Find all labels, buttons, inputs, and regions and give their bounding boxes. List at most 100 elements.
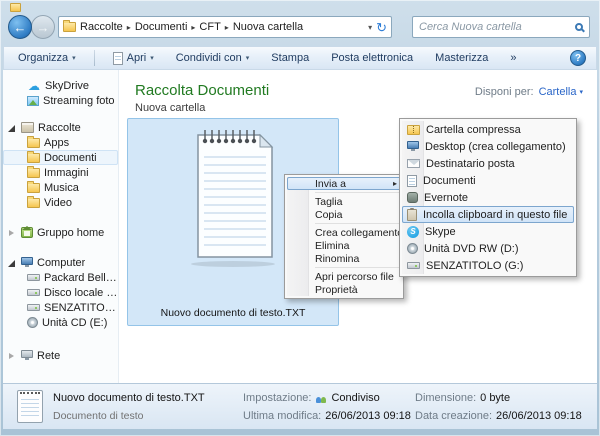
sidebar-item-rete[interactable]: Rete [3,348,118,363]
toolbar-overflow-button[interactable]: » [506,48,520,68]
sidebar-item-musica[interactable]: Musica [3,180,118,195]
skype-letter: S [410,227,416,236]
sendto-item-evernote[interactable]: Evernote [402,189,574,206]
address-bar[interactable]: Raccolte ▸ Documenti ▸ CFT ▸ Nuova carte… [58,16,392,38]
command-toolbar: Organizza ▾ Apri ▾ Condividi con ▾ Stamp… [3,46,597,70]
stampa-button[interactable]: Stampa [267,48,313,68]
created-label: Data creazione: [415,410,493,422]
sendto-item-documenti[interactable]: Documenti [402,172,574,189]
sidebar-item-immagini[interactable]: Immagini [3,165,118,180]
shared-icon [315,394,327,403]
explorer-window: ← → Raccolte ▸ Documenti ▸ CFT ▸ Nuova c… [0,0,600,436]
breadcrumb-segment-documenti[interactable]: Documenti [135,21,188,33]
sidebar-item-apps[interactable]: Apps [3,135,118,150]
size-label: Dimensione: [415,392,477,404]
sidebar-item-packard-bell-c[interactable]: Packard Bell (C:) [3,270,118,285]
modified-label: Ultima modifica: [243,410,322,422]
titlebar[interactable] [0,0,600,14]
posta-label: Posta elettronica [331,52,414,64]
zip-folder-icon [407,124,420,135]
dropdown-arrow-icon: ▾ [579,89,583,96]
forward-button[interactable]: → [31,15,55,39]
address-history-dropdown-icon[interactable]: ▾ [368,23,372,32]
organizza-button[interactable]: Organizza ▾ [14,48,80,68]
computer-icon [21,257,33,267]
sidebar-item-documenti[interactable]: Documenti [3,150,118,165]
breadcrumb-separator-icon[interactable]: ▸ [225,23,229,32]
network-icon [21,350,33,360]
sidebar-item-streaming-foto[interactable]: Streaming foto [3,93,118,108]
arrange-by-dropdown[interactable]: Cartella ▾ [539,86,583,98]
sidebar-item-computer[interactable]: Computer [3,255,118,270]
menu-item-label: Destinatario posta [426,157,515,170]
menu-item-label: Cartella compressa [426,123,521,136]
sidebar-item-video[interactable]: Video [3,195,118,210]
sidebar-item-raccolte[interactable]: Raccolte [3,120,118,135]
sidebar-item-label: Musica [44,181,79,194]
dropdown-arrow-icon: ▾ [72,55,76,62]
condividi-con-button[interactable]: Condividi con ▾ [172,48,254,68]
search-box[interactable] [412,16,590,38]
breadcrumb-separator-icon[interactable]: ▸ [191,23,195,32]
sendto-item-senzatitolo-g[interactable]: SENZATITOLO (G:) [402,257,574,274]
apri-button[interactable]: Apri ▾ [109,48,158,68]
sendto-item-incolla-clipboard[interactable]: Incolla clipboard in questo file [402,206,574,223]
submenu-arrow-icon: ▸ [392,178,397,188]
help-button[interactable]: ? [570,50,586,66]
menu-item-copia[interactable]: Copia [287,208,401,221]
sidebar-item-label: Apps [44,136,70,149]
posta-elettronica-button[interactable]: Posta elettronica [327,48,417,68]
breadcrumb-separator-icon[interactable]: ▸ [127,23,131,32]
sendto-item-skype[interactable]: S Skype [402,223,574,240]
menu-item-invia-a[interactable]: Invia a ▸ [287,177,401,190]
menu-item-rinomina[interactable]: Rinomina [287,252,401,265]
menu-item-label: Taglia [315,195,343,208]
back-arrow-icon: ← [13,19,27,35]
breadcrumb-segment-cft[interactable]: CFT [199,21,220,33]
sidebar-item-label: Packard Bell (C:) [44,271,118,284]
sidebar-item-senzatitolo-g[interactable]: SENZATITOLO (G:) [3,300,118,315]
menu-item-taglia[interactable]: Taglia [287,195,401,208]
organizza-label: Organizza [18,52,69,64]
skydrive-cloud-icon: ☁ [28,78,40,93]
refresh-icon[interactable]: ↻ [376,21,387,34]
expander-open-icon[interactable] [7,258,17,268]
sendto-item-cartella-compressa[interactable]: Cartella compressa [402,121,574,138]
document-icon [407,174,417,187]
context-menu: Invia a ▸ Taglia Copia Crea collegamento… [284,174,404,299]
breadcrumb-segment-nuova-cartella[interactable]: Nuova cartella [233,21,303,33]
expander-open-icon[interactable] [7,123,17,133]
back-button[interactable]: ← [8,15,32,39]
arrange-by-value: Cartella [538,86,577,98]
menu-item-label: Desktop (crea collegamento) [425,140,566,153]
menu-item-label: Invia a [315,177,346,190]
sidebar-item-disco-locale-d[interactable]: Disco locale (D:) [3,285,118,300]
skype-icon: S [407,225,419,238]
search-input[interactable] [419,21,575,33]
search-icon[interactable] [575,23,583,31]
setting-label: Impostazione: [243,392,312,404]
masterizza-button[interactable]: Masterizza [431,48,492,68]
sidebar-item-skydrive[interactable]: ☁ SkyDrive [3,78,118,93]
expander-closed-icon[interactable] [7,351,17,361]
sendto-item-unita-dvd-rw-d[interactable]: Unità DVD RW (D:) [402,240,574,257]
menu-item-proprieta[interactable]: Proprietà [287,283,401,296]
sidebar-item-gruppo-home[interactable]: Gruppo home [3,225,118,240]
menu-item-elimina[interactable]: Elimina [287,239,401,252]
evernote-icon [407,192,418,203]
breadcrumb-segment-raccolte[interactable]: Raccolte [80,21,123,33]
help-icon: ? [574,52,582,64]
arrange-by-label: Disponi per: [474,86,534,98]
overflow-chevron-icon: » [510,52,517,64]
menu-item-label: Copia [315,208,343,221]
menu-item-crea-collegamento[interactable]: Crea collegamento [287,226,403,239]
sidebar-item-label: SENZATITOLO (G:) [44,301,118,314]
sidebar-item-label: Rete [37,349,61,362]
sendto-item-desktop[interactable]: Desktop (crea collegamento) [402,138,574,155]
expander-closed-icon[interactable] [7,228,17,238]
sidebar-item-unita-cd-e[interactable]: Unità CD (E:) [3,315,118,330]
menu-item-apri-percorso-file[interactable]: Apri percorso file [287,270,401,283]
menu-item-label: Evernote [424,191,469,204]
modified-value: 26/06/2013 09:18 [325,410,411,422]
sendto-item-destinatario-posta[interactable]: Destinatario posta [402,155,574,172]
